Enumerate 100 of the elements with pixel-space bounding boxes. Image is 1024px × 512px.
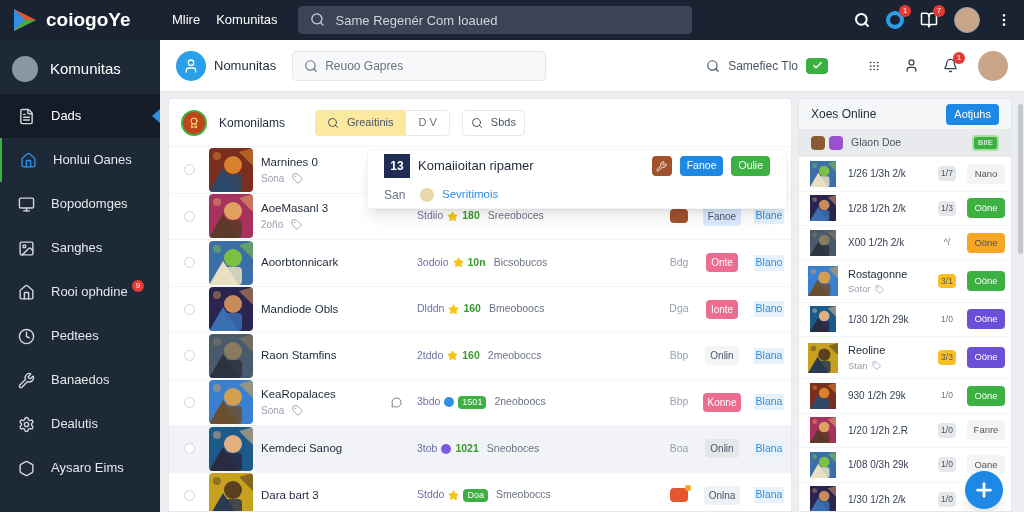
clock-icon — [18, 327, 35, 345]
list-row[interactable]: Mandiode Obls Dlddn 160 Bmeoboocs Dga Ionte Blano — [169, 286, 791, 333]
sidebar-item[interactable]: Pedtees — [0, 314, 160, 358]
search-field[interactable]: Same Regenér Com Ioaued — [297, 6, 692, 34]
player-stats: 930 1/2h 29k — [848, 389, 907, 404]
online-row[interactable]: 1/20 1/2h 2.R 1/0 Fanre — [799, 413, 1011, 448]
app-icon — [176, 50, 206, 81]
item-code: Stddo — [417, 487, 445, 503]
avatar[interactable] — [12, 56, 38, 82]
status-pill: Onlna — [703, 485, 741, 505]
player-stats: X00 1/2h 2/k — [848, 236, 906, 251]
item-name: Dara bart 3 — [261, 487, 320, 503]
online-row[interactable]: 1/30 1/2h 29k 1/0 Oöne — [799, 302, 1011, 337]
status-pill: Oöne — [967, 198, 1005, 219]
dropdown[interactable]: D V — [405, 109, 450, 136]
image-icon — [18, 239, 35, 257]
item-code: 3tob — [417, 440, 438, 456]
sidebar-item[interactable]: Banaedos — [0, 358, 160, 402]
level-text: 1/0 — [941, 389, 953, 403]
item-note: Bicsobucos — [493, 254, 548, 270]
radio-button[interactable] — [183, 350, 195, 362]
grid-icon[interactable] — [868, 59, 880, 72]
list-row[interactable]: Dara bart 3 Stddo Doa Smeoboccs Onlna Blana — [169, 472, 791, 511]
item-name: AoeMasanl 3 — [261, 201, 330, 217]
item-name: KeaRopalaces — [261, 387, 337, 403]
list-row[interactable]: Aoorbtonnicark 3odoio 10n Bicsobucos Bdg Onte Blano — [169, 240, 791, 287]
user-icon[interactable] — [904, 58, 919, 73]
action-button[interactable]: Aotjuhs — [946, 103, 999, 125]
sidebar-item[interactable]: Honlui Oanes — [0, 138, 160, 182]
nav-link[interactable]: Komunitas — [216, 10, 278, 30]
online-row[interactable]: 930 1/2h 29k 1/0 Oöne — [799, 379, 1011, 414]
item-code: 2tddo — [417, 347, 444, 363]
status-pill: Ionte — [705, 299, 739, 319]
plus-icon — [973, 479, 995, 501]
document-icon — [18, 107, 35, 125]
score: 160 — [462, 347, 480, 363]
online-row[interactable]: Reoline Stan 3/3 Oöne — [799, 337, 1011, 379]
bell-icon[interactable] — [943, 58, 958, 73]
status-pill: Oöne — [967, 309, 1005, 330]
status-pill: Onlin — [705, 346, 739, 366]
status-pill: Onte — [706, 253, 738, 273]
popup-icon: 13 — [384, 154, 410, 178]
player-name: Rostagonne — [848, 266, 909, 282]
player-stats: 1/28 1/2h 2/k — [848, 201, 907, 216]
search-icon[interactable] — [854, 12, 870, 28]
radio-button[interactable] — [183, 303, 195, 315]
item-name: Aoorbtonnicark — [261, 255, 340, 271]
item-subtitle: Sona — [261, 404, 285, 419]
sidebar-item[interactable]: Dealutis — [0, 402, 160, 446]
level-badge: 1/3 — [938, 200, 956, 216]
list-row[interactable]: Kemdeci Sanog 3tob 1021 Sneoboces Boa Onlin Blana — [169, 426, 791, 473]
nav-link[interactable]: Mlire — [172, 10, 201, 30]
score-badge: Doa — [463, 488, 488, 502]
player-subtitle: Sotor — [848, 282, 871, 297]
score: 160 — [463, 301, 481, 317]
filter-button[interactable]: Greaitinis — [315, 109, 406, 136]
online-row[interactable]: 1/28 1/2h 2/k 1/3 Oöne — [799, 191, 1011, 226]
level-badge: 1/0 — [938, 491, 956, 507]
player-stats: 1/26 1/3h 2/k — [848, 167, 907, 182]
item-tag: Bbp — [669, 394, 689, 411]
book-icon[interactable] — [920, 11, 938, 29]
radio-button[interactable] — [183, 257, 195, 269]
list-row[interactable]: Raon Stamfins 2tddo 160 2meoboccs Bbp Onlin Blana — [169, 333, 791, 380]
item-note: Smeoboccs — [495, 487, 551, 503]
add-button[interactable] — [965, 471, 1003, 509]
sidebar-item[interactable]: Sanghes — [0, 226, 160, 270]
star-icon — [448, 489, 460, 501]
radio-button[interactable] — [183, 396, 195, 408]
wrench-icon — [18, 371, 35, 389]
chat-icon — [391, 396, 402, 408]
confirm-button[interactable] — [806, 57, 828, 74]
wrench-icon[interactable] — [651, 156, 672, 176]
search-button[interactable]: Sbds — [461, 109, 525, 136]
logo-text: coiogoYe — [46, 7, 132, 32]
radio-button[interactable] — [183, 443, 195, 455]
item-subtitle: 2oño — [261, 218, 284, 233]
count-badge: 9 — [131, 280, 145, 292]
radio-button[interactable] — [183, 489, 195, 501]
radio-button[interactable] — [183, 164, 195, 176]
online-row[interactable]: X00 1/2h 2/k ^/ Oöne — [799, 226, 1011, 261]
pinned-label: Glaon Doe — [851, 135, 903, 151]
radio-button[interactable] — [183, 210, 195, 222]
list-title: Komonilams — [219, 114, 287, 132]
avatar[interactable] — [954, 7, 980, 33]
sidebar-item[interactable]: Rooi ophdine 9 — [0, 270, 160, 314]
player-stats: 1/20 1/2h 2.R — [848, 423, 910, 438]
popup-button[interactable]: Fanoe — [679, 156, 724, 176]
level-badge: 1/0 — [938, 457, 956, 473]
level-badge: 3/3 — [938, 350, 956, 365]
sidebar-item[interactable]: Dads — [0, 94, 160, 138]
item-tag: Dga — [669, 301, 689, 318]
search-icon — [304, 58, 319, 73]
star-icon — [447, 210, 459, 222]
sidebar-item[interactable]: Aysaro Eims — [0, 446, 160, 490]
level-text: 1/0 — [941, 312, 953, 326]
online-row[interactable]: Rostagonne Sotor 3/1 Oöne — [799, 260, 1011, 303]
search-field[interactable]: Reuoo Gapres — [292, 50, 547, 81]
item-code: Dlddn — [417, 301, 445, 317]
online-row[interactable]: 1/26 1/3h 2/k 1/7 Nano — [799, 157, 1011, 192]
sidebar-item[interactable]: Bopodomges — [0, 182, 160, 226]
